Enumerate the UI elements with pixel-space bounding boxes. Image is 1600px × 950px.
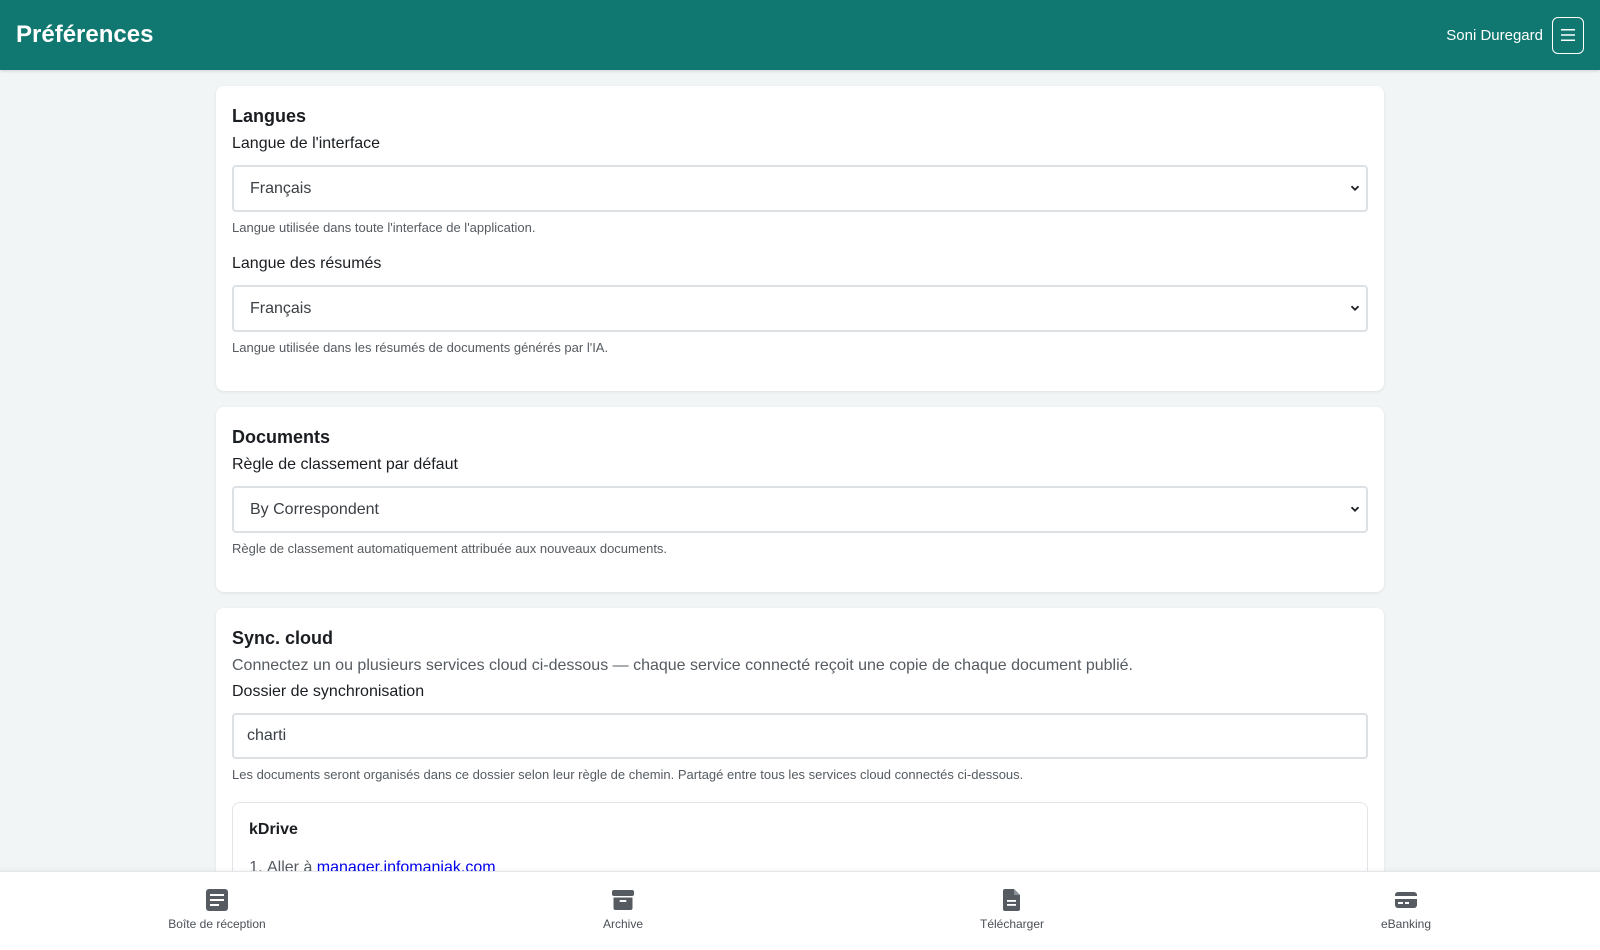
interface-language-select-wrap: Français [232, 165, 1368, 212]
user-name: Soni Duregard [1446, 26, 1543, 44]
interface-language-select[interactable]: Français [232, 165, 1368, 212]
interface-language-label: Langue de l'interface [232, 135, 381, 152]
documents-title: Documents [232, 427, 331, 447]
filing-rule-label: Règle de classement par défaut [232, 456, 458, 473]
nav-ebanking[interactable]: eBanking [1326, 889, 1486, 931]
nav-inbox[interactable]: Boîte de réception [137, 889, 297, 931]
archive-box-icon [612, 890, 634, 910]
cloud-sync-intro: Connectez un ou plusieurs services cloud… [232, 657, 1133, 674]
interface-language-help: Langue utilisée dans toute l'interface d… [232, 220, 536, 235]
nav-archive[interactable]: Archive [543, 889, 703, 931]
nav-upload-label: Télécharger [979, 917, 1045, 931]
cloud-sync-title: Sync. cloud [232, 628, 334, 648]
kdrive-title: kDrive [249, 821, 298, 838]
preferences-content: Langues Langue de l'interface Français L… [216, 86, 1384, 926]
page-title: Préférences [16, 21, 154, 48]
filing-rule-select-wrap: By Correspondent [232, 486, 1368, 533]
filing-rule-help: Règle de classement automatiquement attr… [232, 541, 668, 556]
top-bar: Préférences Soni Duregard [0, 0, 1600, 70]
bottom-navigation: Boîte de réception Archive Télécharger e… [0, 871, 1600, 950]
user-area: Soni Duregard [1446, 16, 1584, 54]
summary-language-select-wrap: Français [232, 285, 1368, 332]
nav-ebanking-label: eBanking [1380, 917, 1432, 931]
summary-language-label: Langue des résumés [232, 255, 382, 272]
document-icon [1003, 889, 1020, 911]
filing-rule-select[interactable]: By Correspondent [232, 486, 1368, 533]
languages-card: Langues Langue de l'interface Français L… [216, 86, 1384, 391]
menu-button[interactable] [1552, 16, 1584, 54]
summary-language-select[interactable]: Français [232, 285, 1368, 332]
credit-card-icon [1395, 892, 1417, 908]
documents-card: Documents Règle de classement par défaut… [216, 407, 1384, 592]
sync-folder-label: Dossier de synchronisation [232, 683, 425, 700]
hamburger-icon [1561, 29, 1575, 41]
summary-language-help: Langue utilisée dans les résumés de docu… [232, 340, 609, 355]
cloud-sync-card: Sync. cloud Connectez un ou plusieurs se… [216, 608, 1384, 910]
sync-folder-input[interactable] [232, 713, 1368, 759]
sync-folder-help: Les documents seront organisés dans ce d… [232, 767, 1024, 782]
nav-archive-label: Archive [602, 917, 643, 931]
languages-title: Langues [232, 106, 307, 126]
nav-inbox-label: Boîte de réception [168, 917, 266, 931]
nav-upload[interactable]: Télécharger [932, 889, 1092, 931]
inbox-icon [206, 889, 228, 911]
